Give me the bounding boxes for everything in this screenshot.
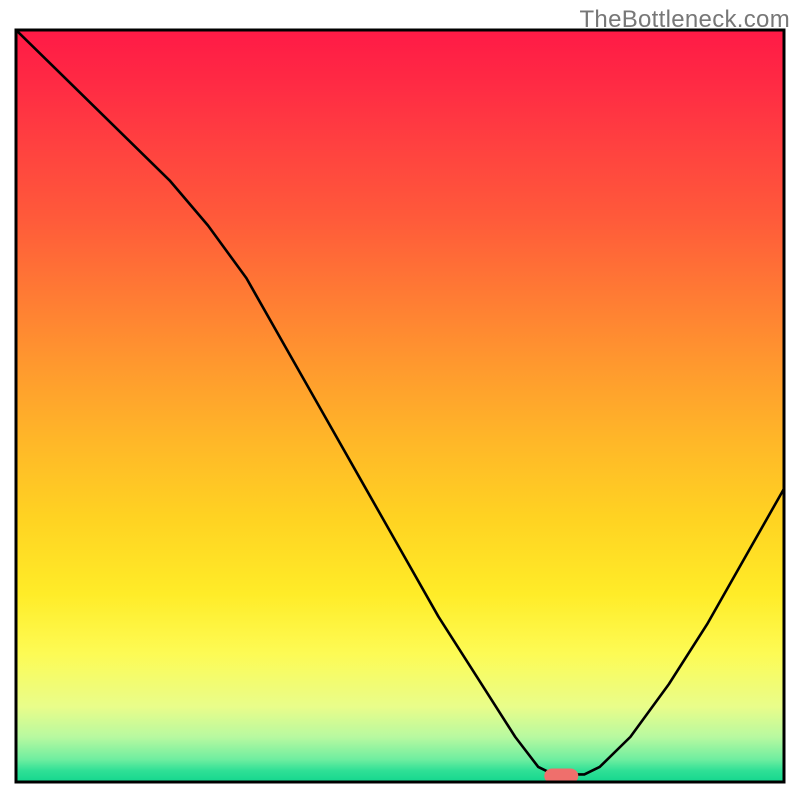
bottleneck-chart [0,0,800,800]
watermark-text: TheBottleneck.com [579,6,790,34]
chart-stage: TheBottleneck.com [0,0,800,800]
